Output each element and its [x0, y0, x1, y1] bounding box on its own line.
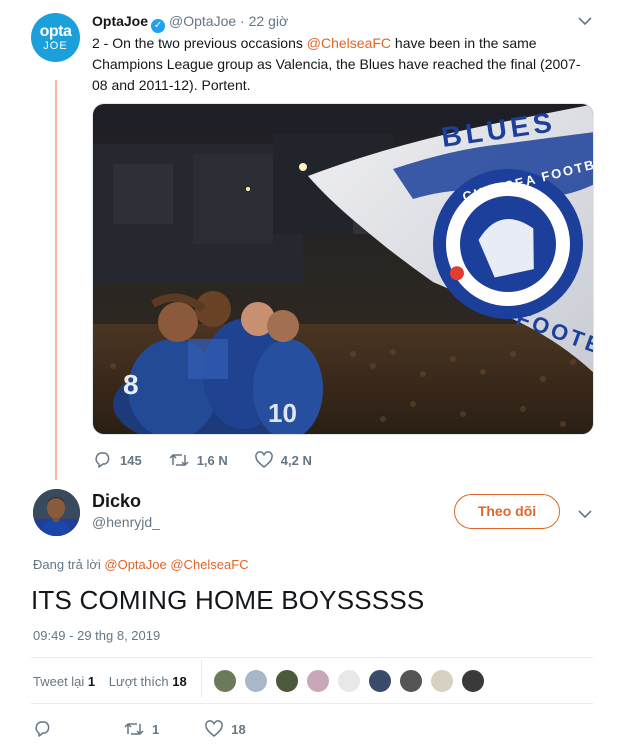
- follow-button[interactable]: Theo dõi: [454, 494, 560, 529]
- heart-icon: [254, 451, 273, 468]
- stats-divider: [201, 660, 202, 698]
- retweet-icon: [124, 723, 144, 735]
- like-count: 18: [231, 721, 246, 737]
- reply-author-handle[interactable]: @henryjd_: [92, 514, 160, 530]
- retweet-count: 1: [152, 721, 160, 737]
- like-count: 4,2 N: [280, 452, 312, 468]
- liker-avatar[interactable]: [306, 669, 330, 693]
- mention-link[interactable]: @ChelseaFC: [170, 557, 248, 572]
- author-name[interactable]: OptaJoe: [92, 13, 148, 29]
- retweet-button[interactable]: 1: [124, 720, 159, 738]
- retweets-stat[interactable]: Tweet lại 1: [33, 674, 95, 689]
- liker-avatar[interactable]: [244, 669, 268, 693]
- verified-icon: ✓: [151, 19, 166, 33]
- reply-icon: [95, 452, 110, 468]
- mention-link[interactable]: @OptaJoe: [104, 557, 166, 572]
- tweet-time[interactable]: 22 giờ: [249, 13, 289, 29]
- tweet-timestamp[interactable]: 09:49 - 29 thg 8, 2019: [33, 628, 160, 643]
- tweet-actions: 145 1,6 N 4,2 N: [94, 451, 339, 469]
- parent-tweet[interactable]: opta JOE OptaJoe ✓ @OptaJoe · 22 giờ 2 - O…: [0, 0, 631, 485]
- liker-avatar[interactable]: [337, 669, 361, 693]
- reply-button[interactable]: [34, 720, 60, 738]
- chevron-down-icon[interactable]: [578, 509, 592, 519]
- author-handle[interactable]: @OptaJoe: [169, 13, 236, 29]
- dicko-avatar[interactable]: [33, 489, 80, 536]
- tweet-photo[interactable]: 8 10 BLUES CHELSEA FOOTBALL CLUB FOOTB: [92, 103, 594, 435]
- liker-avatar[interactable]: [368, 669, 392, 693]
- chevron-down-icon[interactable]: [578, 16, 592, 26]
- optajoe-avatar[interactable]: opta JOE: [31, 13, 80, 62]
- reply-count: 145: [120, 452, 142, 468]
- divider: [31, 657, 593, 658]
- liker-avatar[interactable]: [461, 669, 485, 693]
- reply-author-name[interactable]: Dicko: [92, 491, 141, 512]
- heart-icon: [205, 720, 224, 737]
- liker-avatar[interactable]: [430, 669, 454, 693]
- reply-button[interactable]: 145: [94, 451, 142, 469]
- tweet-stats: Tweet lại 1 Lượt thích 18: [33, 674, 197, 689]
- reply-tweet-actions: 1 18: [34, 720, 273, 738]
- like-button[interactable]: 4,2 N: [254, 451, 312, 469]
- likers-list: [213, 669, 492, 693]
- tweet-text: 2 - On the two previous occasions @Chels…: [92, 35, 581, 93]
- liker-avatar[interactable]: [275, 669, 299, 693]
- likes-stat[interactable]: Lượt thích 18: [109, 674, 187, 689]
- liker-avatar[interactable]: [213, 669, 237, 693]
- mention-link[interactable]: @ChelseaFC: [307, 35, 391, 51]
- reply-tweet-text: ITS COMING HOME BOYSSSSS: [31, 585, 425, 615]
- liker-avatar[interactable]: [399, 669, 423, 693]
- divider: [31, 703, 593, 704]
- retweet-button[interactable]: 1,6 N: [169, 451, 228, 469]
- retweet-icon: [169, 454, 189, 466]
- svg-text:8: 8: [123, 369, 139, 400]
- like-button[interactable]: 18: [205, 720, 246, 738]
- svg-text:10: 10: [268, 398, 297, 428]
- retweet-count: 1,6 N: [196, 452, 228, 468]
- replying-to: Đang trả lời @OptaJoe @ChelseaFC: [33, 557, 249, 572]
- tweet-header: OptaJoe ✓ @OptaJoe · 22 giờ: [92, 13, 289, 33]
- reply-icon: [35, 721, 50, 737]
- avatar-image: [33, 489, 80, 536]
- celebration-photo: 8 10 BLUES CHELSEA FOOTBALL CLUB FOOTB: [93, 104, 593, 434]
